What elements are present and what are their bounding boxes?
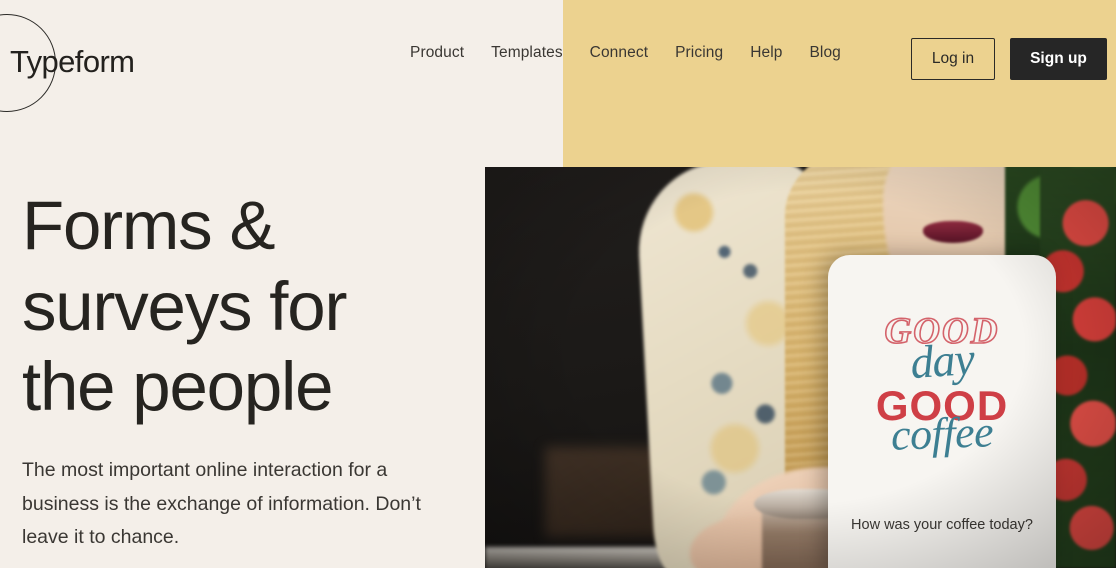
- phone-mockup: GOOD day GOOD coffee How was your coffee…: [828, 255, 1056, 568]
- nav-item-pricing[interactable]: Pricing: [675, 44, 723, 62]
- main-navigation: Product Templates Connect Pricing Help B…: [410, 44, 841, 62]
- login-button[interactable]: Log in: [911, 38, 995, 80]
- nav-item-templates[interactable]: Templates: [491, 44, 563, 62]
- headline-line-2: surveys for: [22, 267, 347, 345]
- nav-item-connect[interactable]: Connect: [590, 44, 648, 62]
- brand-coffee-script: coffee: [890, 407, 994, 460]
- good-day-good-coffee-logo: GOOD day GOOD coffee: [828, 310, 1056, 460]
- typeform-landing-page: Typeform Product Templates Connect Prici…: [0, 0, 1116, 568]
- signup-button[interactable]: Sign up: [1010, 38, 1107, 80]
- site-header: Typeform Product Templates Connect Prici…: [0, 0, 1116, 167]
- auth-actions: Log in Sign up: [911, 38, 1107, 80]
- hero-subcopy: The most important online interaction fo…: [22, 459, 421, 549]
- headline-line-3: the people: [22, 348, 333, 426]
- nav-item-blog[interactable]: Blog: [809, 44, 840, 62]
- hero-copy-block: Forms & surveys for the people The most …: [22, 186, 462, 555]
- headline-line-1: Forms &: [22, 187, 275, 264]
- typeform-logo[interactable]: Typeform: [0, 12, 200, 112]
- page-title: Forms & surveys for the people: [22, 186, 462, 428]
- hero-image: GOOD day GOOD coffee How was your coffee…: [485, 167, 1116, 568]
- nav-item-help[interactable]: Help: [750, 44, 782, 62]
- logo-text: Typeform: [10, 44, 135, 79]
- nav-item-product[interactable]: Product: [410, 44, 464, 62]
- survey-question: How was your coffee today?: [851, 517, 1033, 533]
